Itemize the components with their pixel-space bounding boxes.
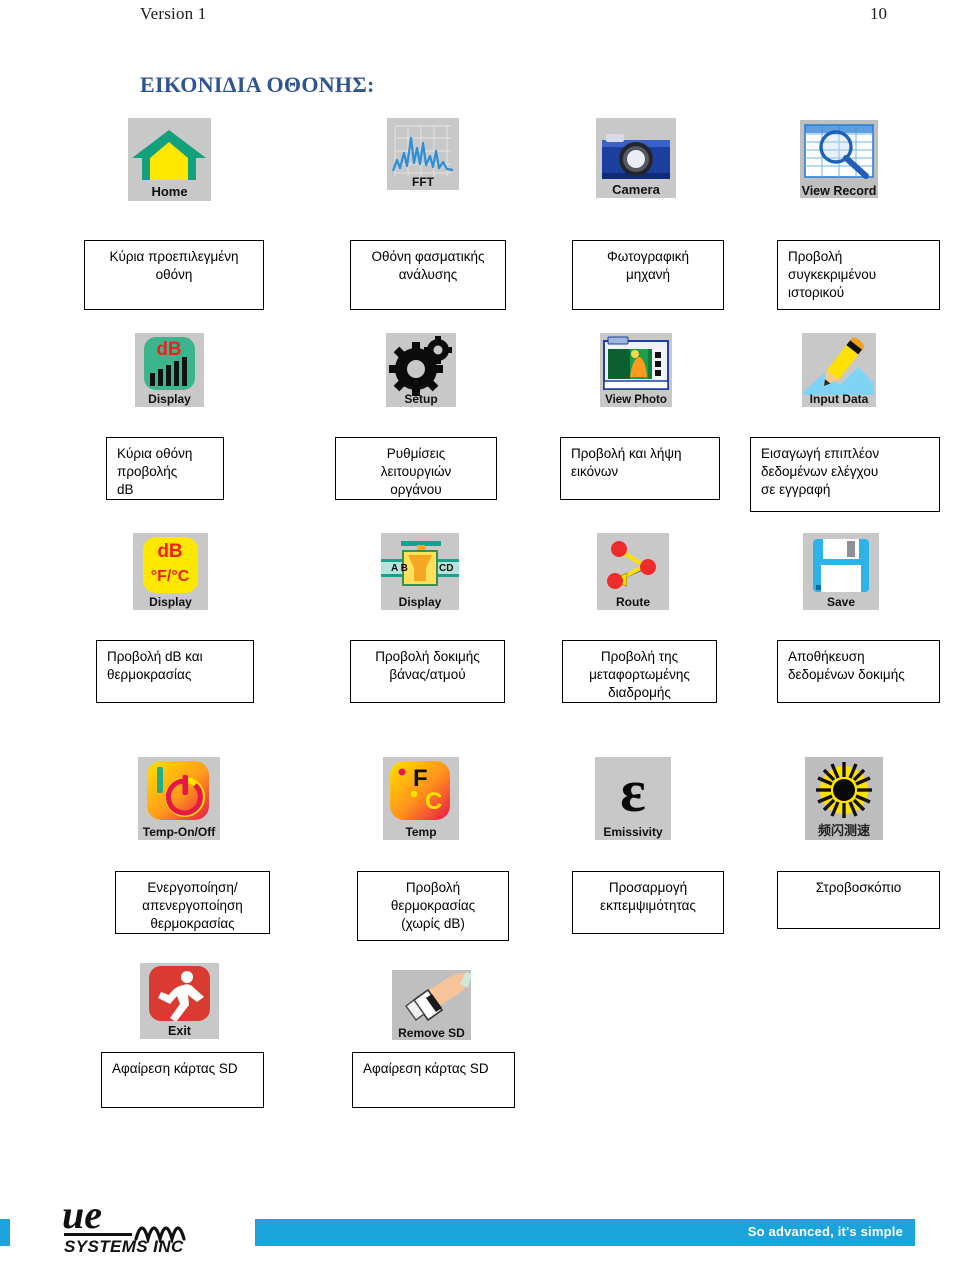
icon-caption: Exit: [168, 1023, 191, 1038]
svg-text:A B: A B: [391, 563, 408, 574]
icon-caption: Input Data: [809, 392, 869, 406]
legend-caption: Προβολή dB και θερμοκρασίας: [96, 640, 254, 703]
icon-caption: Route: [616, 595, 650, 609]
legend-caption: Αφαίρεση κάρτας SD: [352, 1052, 515, 1108]
page-footer: So advanced, it's simple ue SYSTEMS INC: [0, 1185, 960, 1263]
caption-text: Προβολή της μεταφορτωμένης διαδρομής: [589, 649, 690, 700]
caption-text: Φωτογραφική μηχανή: [606, 249, 689, 282]
svg-text:C: C: [425, 788, 442, 815]
icon-caption: Save: [826, 595, 856, 609]
caption-text: Αφαίρεση κάρτας SD: [363, 1061, 489, 1076]
legend-caption: Προβολή της μεταφορτωμένης διαδρομής: [562, 640, 717, 703]
caption-text: Προσαρμογή εκπεμψιμότητας: [600, 880, 696, 913]
temp-on-off-icon: Temp-On/Off: [138, 757, 220, 840]
caption-text: Προβολή δοκιμής βάνας/ατμού: [375, 649, 480, 682]
caption-text: Αποθήκευση δεδομένων δοκιμής: [788, 649, 905, 682]
view-record-icon: View Record: [800, 120, 878, 198]
legend-caption: Κύρια οθόνη προβολής dB: [106, 437, 224, 500]
svg-text:°F/°C: °F/°C: [151, 568, 190, 585]
legend-caption: Ρυθμίσεις λειτουργιών οργάνου: [335, 437, 497, 500]
remove-sd-icon: Remove SD: [392, 970, 471, 1040]
caption-text: Προβολή θερμοκρασίας (χωρίς dB): [390, 880, 476, 931]
caption-text: Αφαίρεση κάρτας SD: [112, 1061, 238, 1076]
svg-text:CD: CD: [439, 563, 453, 574]
svg-text:dB: dB: [157, 541, 182, 562]
strobe-icon: 频闪测速: [805, 757, 883, 840]
caption-text: Στροβοσκόπιο: [815, 880, 902, 895]
legend-caption: Προβολή συγκεκριμένου ιστορικού: [777, 240, 940, 310]
setup-gears-icon: Setup: [386, 333, 456, 407]
svg-text:dB: dB: [156, 339, 181, 360]
legend-caption: Κύρια προεπιλεγμένη οθόνη: [84, 240, 264, 310]
icon-caption: FFT: [412, 175, 434, 189]
caption-text: Ενεργοποίηση/απενεργοποίηση θερμοκρασίας: [142, 880, 243, 931]
view-photo-icon: View Photo: [600, 333, 672, 407]
valve-display-icon: A B CD Display: [381, 533, 459, 610]
emissivity-icon: ε Emissivity: [595, 757, 671, 840]
svg-text:ε: ε: [620, 758, 646, 824]
caption-text: Προβολή και λήψη εικόνων: [571, 446, 682, 479]
save-floppy-icon: Save: [803, 533, 879, 610]
footer-bar-tick: [0, 1219, 10, 1246]
logo-underline: [64, 1233, 132, 1236]
legend-caption: Φωτογραφική μηχανή: [572, 240, 724, 310]
input-data-icon: Input Data: [802, 333, 876, 407]
icon-caption: Emissivity: [603, 825, 663, 839]
legend-caption: Οθόνη φασματικής ανάλυσης: [350, 240, 506, 310]
legend-caption: Ενεργοποίηση/απενεργοποίηση θερμοκρασίας: [115, 871, 270, 934]
temp-fc-icon: F C Temp: [383, 757, 459, 840]
caption-text: Προβολή συγκεκριμένου ιστορικού: [788, 249, 877, 300]
fft-icon: FFT: [387, 118, 459, 190]
icon-caption: Home: [151, 184, 188, 199]
legend-caption: Αποθήκευση δεδομένων δοκιμής: [777, 640, 940, 703]
logo-wordmark: ue: [62, 1192, 102, 1237]
footer-tagline: So advanced, it's simple: [747, 1224, 903, 1239]
route-icon: Route: [597, 533, 669, 610]
icon-caption: Temp-On/Off: [142, 825, 216, 839]
icon-caption: Temp: [405, 825, 437, 839]
icon-caption: Display: [149, 595, 192, 609]
db-display-icon: dB Display: [135, 333, 204, 407]
exit-icon: Exit: [140, 963, 219, 1039]
legend-caption: Προβολή θερμοκρασίας (χωρίς dB): [357, 871, 509, 941]
legend-caption: Προσαρμογή εκπεμψιμότητας: [572, 871, 724, 934]
caption-text: Οθόνη φασματικής ανάλυσης: [371, 249, 485, 282]
icon-caption: Setup: [404, 392, 438, 406]
footer-brand-bar: So advanced, it's simple: [255, 1219, 915, 1246]
legend-caption: Στροβοσκόπιο: [777, 871, 940, 929]
icon-legend-grid: Home Κύρια προεπιλεγμένη οθόνη FFT Οθόνη…: [0, 0, 960, 1160]
caption-text: Προβολή dB και θερμοκρασίας: [107, 649, 203, 682]
camera-icon: Camera: [596, 118, 676, 198]
icon-caption: View Record: [801, 183, 877, 198]
home-icon: Home: [128, 118, 211, 201]
icon-caption: Remove SD: [398, 1026, 465, 1040]
icon-caption: Camera: [612, 182, 660, 197]
caption-text: Κύρια οθόνη προβολής dB: [117, 446, 193, 497]
legend-caption: Προβολή και λήψη εικόνων: [560, 437, 720, 500]
caption-text: Κύρια προεπιλεγμένη οθόνη: [109, 249, 239, 282]
icon-caption: View Photo: [605, 393, 667, 406]
legend-caption: Εισαγωγή επιπλέον δεδομένων ελέγχου σε εγγ…: [750, 437, 940, 512]
icon-caption: Display: [398, 595, 442, 609]
caption-text: Εισαγωγή επιπλέον δεδομένων ελέγχου σε εγγ…: [761, 446, 880, 497]
company-logo: ue SYSTEMS INC: [62, 1192, 252, 1256]
caption-text: Ρυθμίσεις λειτουργιών οργάνου: [380, 446, 452, 497]
logo-subtext: SYSTEMS INC: [64, 1237, 184, 1256]
icon-caption: 频闪测速: [817, 824, 870, 839]
legend-caption: Προβολή δοκιμής βάνας/ατμού: [350, 640, 505, 703]
legend-caption: Αφαίρεση κάρτας SD: [101, 1052, 264, 1108]
db-temp-display-icon: dB °F/°C Display: [133, 533, 208, 610]
icon-caption: Display: [148, 392, 191, 406]
